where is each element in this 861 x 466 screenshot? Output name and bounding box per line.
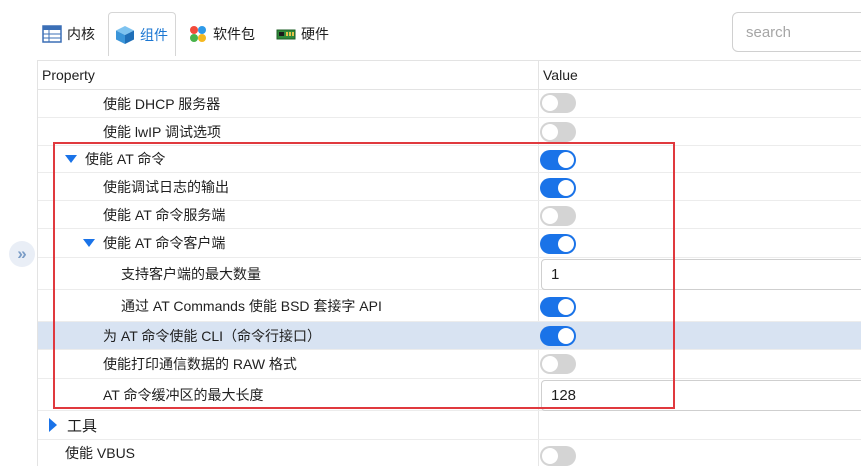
toggle-knob (558, 328, 574, 344)
toggle-knob (542, 208, 558, 224)
table-row[interactable]: 支持客户端的最大数量 (38, 258, 861, 290)
table-row[interactable]: 使能 AT 命令客户端 (38, 229, 861, 258)
toggle-knob (558, 236, 574, 252)
toggle-switch[interactable] (540, 354, 576, 374)
property-column-header: Property (42, 67, 95, 83)
tab-kernel-label: 内核 (67, 26, 95, 42)
table-row[interactable]: 使能 lwIP 调试选项 (38, 118, 861, 146)
toggle-switch[interactable] (540, 150, 576, 170)
packages-icon (190, 26, 206, 42)
property-label: 使能 AT 命令 (85, 151, 166, 167)
search-input[interactable] (732, 12, 861, 52)
table-row[interactable]: 工具 (38, 411, 861, 440)
table-row[interactable]: 使能 AT 命令 (38, 146, 861, 173)
table-row[interactable]: 通过 AT Commands 使能 BSD 套接字 API (38, 290, 861, 322)
property-label: 支持客户端的最大数量 (121, 265, 261, 282)
toggle-switch[interactable] (540, 446, 576, 466)
toggle-switch[interactable] (540, 206, 576, 226)
toggle-switch[interactable] (540, 297, 576, 317)
toggle-knob (542, 448, 558, 464)
collapse-arrow-icon[interactable] (49, 418, 57, 432)
tab-kernel[interactable]: 内核 (36, 12, 101, 56)
table-row[interactable]: 使能打印通信数据的 RAW 格式 (38, 350, 861, 379)
tab-component-label: 组件 (140, 26, 168, 43)
toggle-knob (542, 356, 558, 372)
grid-header: Property Value (38, 60, 861, 90)
expand-sidebar-button[interactable]: » (9, 241, 35, 267)
table-row[interactable]: 为 AT 命令使能 CLI（命令行接口） (38, 322, 861, 350)
number-input[interactable] (541, 259, 861, 290)
property-label: 使能 DHCP 服务器 (103, 95, 221, 112)
property-label: 使能打印通信数据的 RAW 格式 (103, 356, 297, 372)
property-label: AT 命令缓冲区的最大长度 (103, 386, 264, 403)
property-label: 使能 AT 命令服务端 (103, 206, 226, 223)
toggle-switch[interactable] (540, 234, 576, 254)
group-label: 工具 (67, 417, 98, 435)
value-column-header: Value (543, 67, 578, 83)
number-input[interactable] (541, 380, 861, 411)
expand-arrow-icon[interactable] (83, 239, 95, 247)
toggle-switch[interactable] (540, 326, 576, 346)
table-row[interactable]: 使能调试日志的输出 (38, 173, 861, 201)
tab-bar: 内核 组件 软件包 硬件 (0, 0, 861, 60)
property-label: 使能 VBUS (65, 445, 136, 461)
table-row[interactable]: AT 命令缓冲区的最大长度 (38, 379, 861, 411)
toggle-switch[interactable] (540, 178, 576, 198)
table-row[interactable]: 使能 AT 命令服务端 (38, 201, 861, 229)
toggle-knob (558, 299, 574, 315)
table-row[interactable]: 使能 VBUS (38, 440, 861, 466)
property-grid: Property Value 使能 DHCP 服务器 使能 lwIP 调试选项 … (37, 60, 861, 466)
tab-hardware-label: 硬件 (301, 26, 329, 42)
expand-arrow-icon[interactable] (65, 155, 77, 163)
toggle-knob (558, 180, 574, 196)
tab-packages[interactable]: 软件包 (182, 12, 261, 56)
component-cube-icon (116, 25, 134, 44)
double-chevron-right-icon: » (17, 244, 27, 263)
property-label: 通过 AT Commands 使能 BSD 套接字 API (121, 297, 382, 314)
toggle-switch[interactable] (540, 122, 576, 142)
property-label: 使能 lwIP 调试选项 (103, 123, 221, 140)
tab-component[interactable]: 组件 (108, 12, 176, 56)
toggle-knob (542, 124, 558, 140)
tab-hardware[interactable]: 硬件 (270, 12, 335, 56)
property-label: 使能调试日志的输出 (103, 178, 229, 195)
table-row[interactable]: 使能 DHCP 服务器 (38, 90, 861, 118)
toggle-knob (542, 95, 558, 111)
hardware-board-icon (276, 29, 296, 40)
kernel-icon (42, 25, 62, 43)
header-divider (538, 60, 539, 90)
property-label: 使能 AT 命令客户端 (103, 235, 226, 251)
tab-packages-label: 软件包 (213, 26, 255, 42)
toggle-switch[interactable] (540, 93, 576, 113)
property-label: 为 AT 命令使能 CLI（命令行接口） (103, 327, 322, 344)
toggle-knob (558, 152, 574, 168)
